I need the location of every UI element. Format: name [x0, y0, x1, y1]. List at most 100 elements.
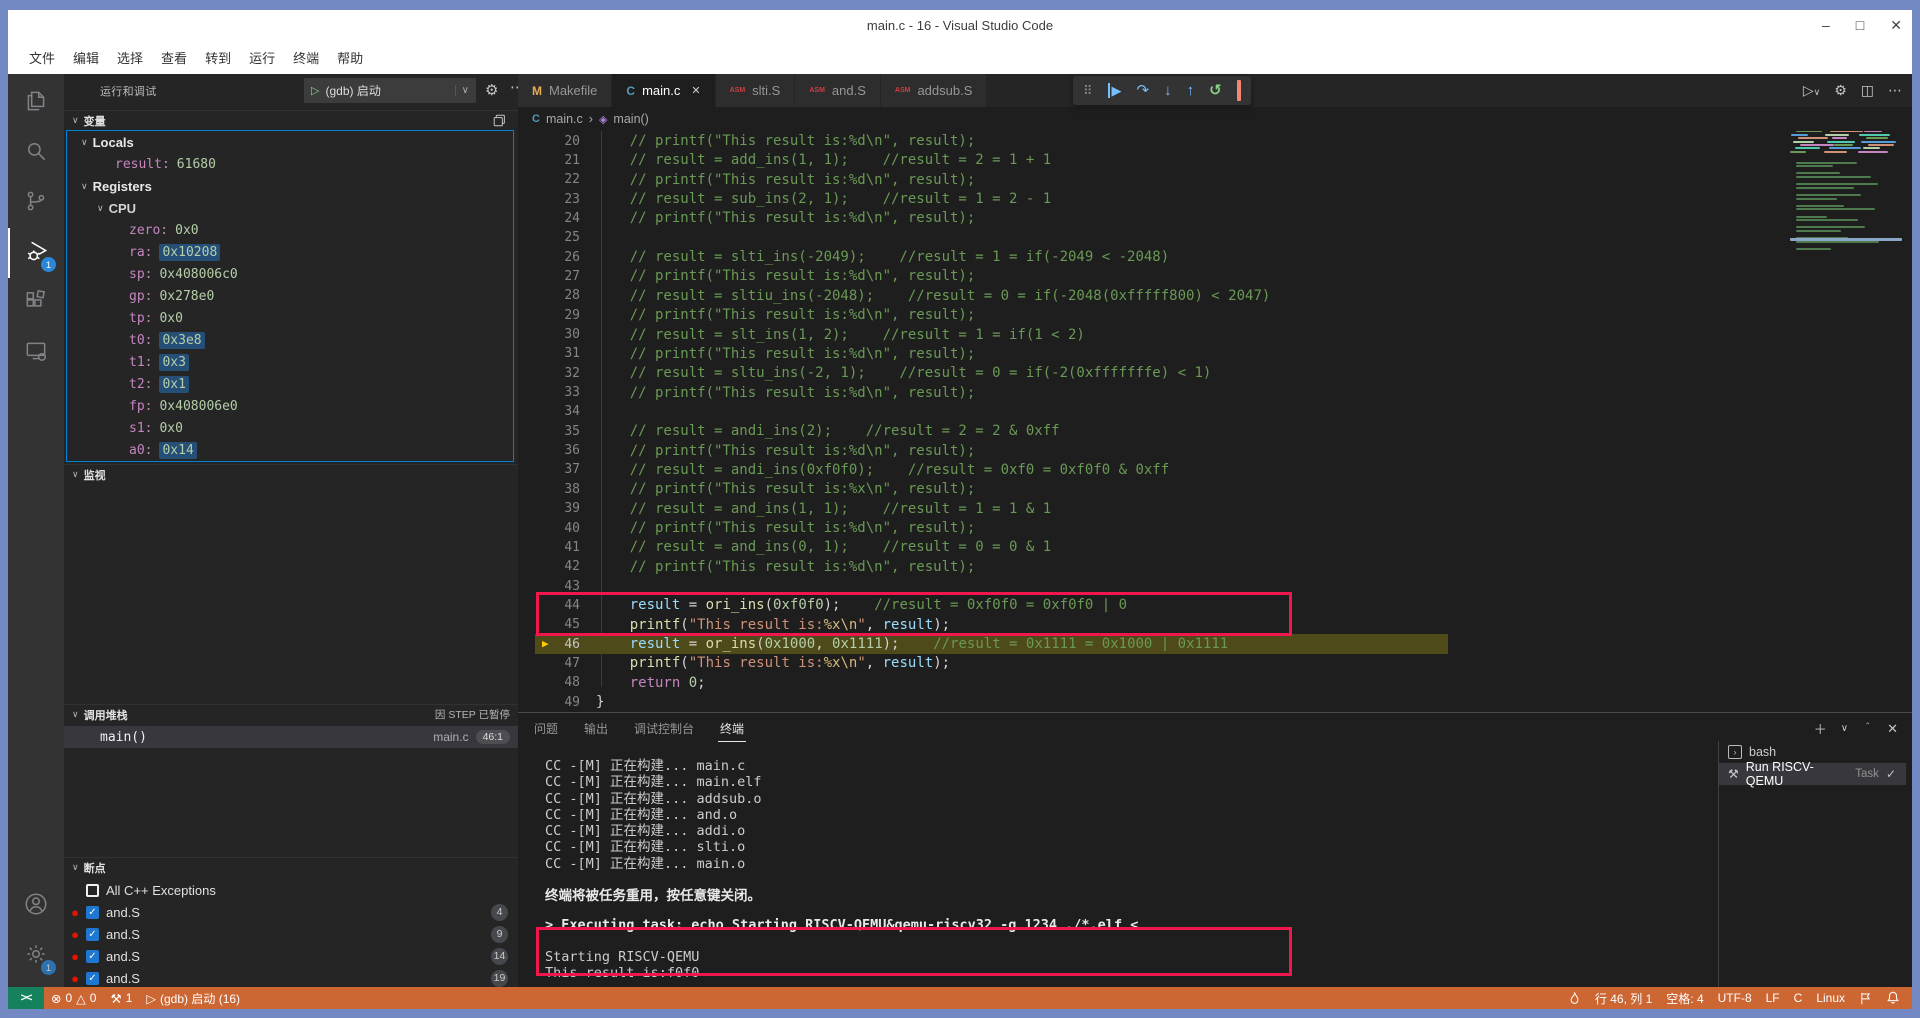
breadcrumb[interactable]: C main.c › ◈ main()	[518, 107, 1912, 131]
breakpoint-checkbox[interactable]: ✓	[86, 971, 99, 985]
cursor-position[interactable]: 行 46, 列 1	[1588, 987, 1659, 1009]
line-number[interactable]: 23	[518, 192, 580, 207]
ports-status[interactable]	[1561, 987, 1588, 1009]
scope-row-Registers[interactable]: ∨ Registers	[67, 175, 513, 197]
language-mode[interactable]: C	[1787, 987, 1810, 1009]
close-icon[interactable]: ✕	[691, 84, 700, 97]
activity-search[interactable]	[8, 128, 64, 178]
line-number[interactable]: 42	[518, 559, 580, 574]
menu-item[interactable]: 帮助	[328, 45, 372, 70]
breakpoint-row-exceptions[interactable]: All C++ Exceptions	[64, 879, 518, 901]
code-line-48[interactable]: 48 return 0;	[518, 673, 1912, 692]
line-number[interactable]: 40	[518, 521, 580, 536]
panel-tab-问题[interactable]: 问题	[532, 716, 560, 741]
code-line-25[interactable]: 25	[518, 228, 1912, 247]
step-over-icon[interactable]: ↷	[1137, 82, 1150, 100]
menu-item[interactable]: 查看	[152, 45, 196, 70]
debug-config-dropdown[interactable]: ▷ (gdb) 启动 ∨	[304, 78, 476, 103]
run-or-debug-icon[interactable]: ▷∨	[1803, 82, 1820, 99]
panel-tab-调试控制台[interactable]: 调试控制台	[632, 716, 696, 741]
code-line-20[interactable]: 20 // printf("This result is:%d\n", resu…	[518, 131, 1912, 150]
activity-source-control[interactable]	[8, 178, 64, 228]
code-line-37[interactable]: 37 // result = andi_ins(0xf0f0); //resul…	[518, 460, 1912, 479]
callstack-section-header[interactable]: ∨ 调用堆栈 因 STEP 已暂停	[64, 704, 518, 724]
line-number[interactable]: 24	[518, 211, 580, 226]
code-line-22[interactable]: 22 // printf("This result is:%d\n", resu…	[518, 170, 1912, 189]
code-line-36[interactable]: 36 // printf("This result is:%d\n", resu…	[518, 441, 1912, 460]
maximize-button[interactable]: □	[1856, 17, 1864, 33]
code-line-41[interactable]: 41 // result = and_ins(0, 1); //result =…	[518, 538, 1912, 557]
register-row-t2[interactable]: t2: 0x1	[67, 373, 513, 395]
open-panel-icon[interactable]	[493, 114, 506, 127]
menu-item[interactable]: 编辑	[64, 45, 108, 70]
line-number[interactable]: 32	[518, 366, 580, 381]
breadcrumb-symbol[interactable]: main()	[613, 112, 648, 126]
step-into-icon[interactable]: ↓	[1164, 82, 1172, 100]
register-row-t0[interactable]: t0: 0x3e8	[67, 329, 513, 351]
minimize-button[interactable]: –	[1822, 17, 1830, 33]
breakpoint-row-19[interactable]: ● ✓ and.S 19	[64, 967, 518, 987]
register-row-ra[interactable]: ra: 0x10208	[67, 241, 513, 263]
code-line-30[interactable]: 30 // result = slt_ins(1, 2); //result =…	[518, 325, 1912, 344]
line-number[interactable]: 30	[518, 327, 580, 342]
step-out-icon[interactable]: ↑	[1187, 82, 1195, 100]
chevron-down-icon[interactable]: ∨	[1841, 723, 1848, 734]
breakpoint-checkbox[interactable]: ✓	[86, 927, 99, 941]
breakpoint-row-9[interactable]: ● ✓ and.S 9	[64, 923, 518, 945]
code-line-40[interactable]: 40 // printf("This result is:%d\n", resu…	[518, 518, 1912, 537]
eol-sequence[interactable]: LF	[1759, 987, 1787, 1009]
continue-icon[interactable]: ▶	[1107, 82, 1122, 100]
gear-icon[interactable]: ⚙	[485, 81, 498, 99]
activity-settings-gear[interactable]: 1	[8, 931, 64, 981]
menu-item[interactable]: 文件	[20, 45, 64, 70]
code-line-49[interactable]: 49}	[518, 693, 1912, 712]
register-row-fp[interactable]: fp: 0x408006e0	[67, 395, 513, 417]
check-icon[interactable]: ✓	[1886, 767, 1896, 781]
more-actions-icon[interactable]: ⋯	[510, 78, 518, 96]
line-number[interactable]: 39	[518, 501, 580, 516]
code-line-27[interactable]: 27 // printf("This result is:%d\n", resu…	[518, 267, 1912, 286]
debug-session-status[interactable]: ▷ (gdb) 启动 (16)	[139, 987, 247, 1009]
line-number[interactable]: 27	[518, 269, 580, 284]
line-number[interactable]: 31	[518, 346, 580, 361]
encoding[interactable]: UTF-8	[1711, 987, 1759, 1009]
line-number[interactable]: 20	[518, 134, 580, 149]
more-actions-icon[interactable]: ⋯	[1888, 82, 1902, 99]
tab-slti.S[interactable]: ASM slti.S	[715, 74, 796, 107]
code-line-29[interactable]: 29 // printf("This result is:%d\n", resu…	[518, 306, 1912, 325]
code-line-21[interactable]: 21 // result = add_ins(1, 1); //result =…	[518, 151, 1912, 170]
notifications-status[interactable]	[1879, 987, 1912, 1009]
stop-icon[interactable]	[1236, 79, 1241, 101]
line-number[interactable]: 33	[518, 385, 580, 400]
menu-item[interactable]: 选择	[108, 45, 152, 70]
line-number[interactable]: 35	[518, 424, 580, 439]
tab-addsub.S[interactable]: ASM addsub.S	[880, 74, 988, 107]
register-row-t1[interactable]: t1: 0x3	[67, 351, 513, 373]
line-number[interactable]: 38	[518, 482, 580, 497]
terminal-item-task[interactable]: ⚒ Run RISCV-QEMU Task ✓	[1719, 760, 1906, 788]
split-editor-icon[interactable]: ◫	[1861, 82, 1874, 99]
indentation[interactable]: 空格: 4	[1659, 987, 1710, 1009]
code-line-28[interactable]: 28 // result = sltiu_ins(-2048); //resul…	[518, 286, 1912, 305]
menu-item[interactable]: 终端	[284, 45, 328, 70]
activity-explorer[interactable]	[8, 78, 64, 128]
stack-frame-row[interactable]: main() main.c 46:1	[64, 726, 518, 748]
line-number[interactable]: 49	[518, 695, 580, 710]
watch-section-header[interactable]: ∨ 监视	[64, 464, 518, 484]
activity-remote-explorer[interactable]	[8, 328, 64, 378]
code-line-33[interactable]: 33 // printf("This result is:%d\n", resu…	[518, 383, 1912, 402]
line-number[interactable]: 25	[518, 230, 580, 245]
register-group-CPU[interactable]: ∨ CPU	[67, 197, 513, 219]
code-line-46[interactable]: 46 result = or_ins(0x1000, 0x1111); //re…	[518, 634, 1912, 653]
menu-item[interactable]: 转到	[196, 45, 240, 70]
line-number[interactable]: 29	[518, 308, 580, 323]
breakpoint-row-4[interactable]: ● ✓ and.S 4	[64, 901, 518, 923]
variables-section-header[interactable]: ∨ 变量	[64, 110, 518, 130]
activity-account[interactable]	[8, 881, 64, 931]
code-line-47[interactable]: 47 printf("This result is:%x\n", result)…	[518, 654, 1912, 673]
line-number[interactable]: 41	[518, 540, 580, 555]
tab-main.c[interactable]: Cmain.c ✕	[612, 74, 716, 107]
line-number[interactable]: 48	[518, 675, 580, 690]
register-row-sp[interactable]: sp: 0x408006c0	[67, 263, 513, 285]
panel-tab-输出[interactable]: 输出	[582, 716, 610, 741]
